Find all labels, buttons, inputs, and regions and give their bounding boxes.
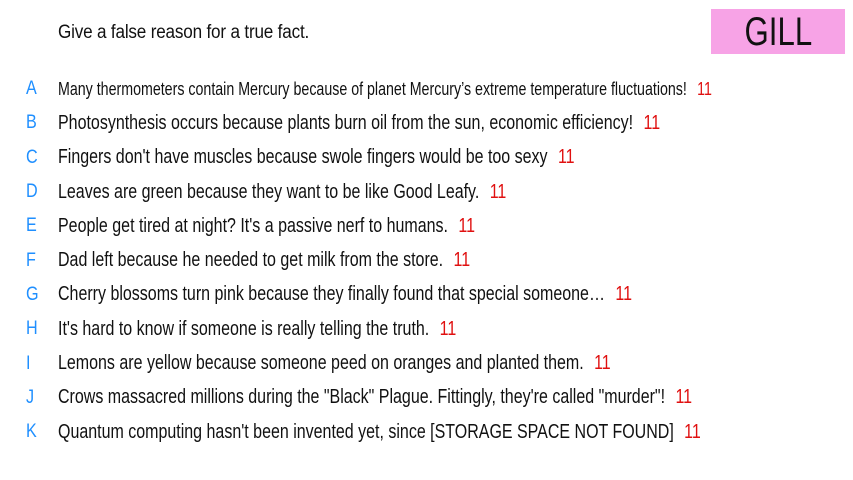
answer-letter: A [26, 78, 37, 100]
answer-score: 11 [557, 146, 575, 169]
answer-text: Cherry blossoms turn pink because they f… [58, 283, 605, 306]
answer-line: Cherry blossoms turn pink because they f… [58, 283, 632, 306]
answer-text: Lemons are yellow because someone peed o… [58, 352, 584, 375]
answer-letter: K [26, 421, 37, 443]
answer-row: I Lemons are yellow because someone peed… [0, 346, 853, 380]
prompt-text: Give a false reason for a true fact. [58, 22, 310, 43]
answer-score: 11 [615, 283, 632, 306]
answer-letter: D [26, 181, 38, 203]
answer-letter: G [26, 283, 39, 305]
answer-line: Many thermometers contain Mercury becaus… [58, 79, 712, 100]
answer-line: Leaves are green because they want to be… [58, 181, 506, 204]
answer-line: Fingers don't have muscles because swole… [58, 146, 575, 169]
player-name-badge: GILL [711, 9, 845, 54]
answer-row: G Cherry blossoms turn pink because they… [0, 278, 853, 312]
answer-text: Photosynthesis occurs because plants bur… [58, 111, 634, 134]
answer-row: K Quantum computing hasn't been invented… [0, 415, 853, 449]
answer-letter: H [26, 318, 38, 340]
answer-row: H It's hard to know if someone is really… [0, 312, 853, 346]
answer-score: 11 [643, 111, 661, 134]
player-name: GILL [744, 9, 812, 54]
answer-row: B Photosynthesis occurs because plants b… [0, 106, 853, 140]
answer-text: Fingers don't have muscles because swole… [58, 146, 548, 169]
answer-text: Crows massacred millions during the "Bla… [58, 386, 666, 409]
answer-row: A Many thermometers contain Mercury beca… [0, 72, 853, 106]
answer-text: It's hard to know if someone is really t… [58, 317, 430, 340]
answer-score: 11 [458, 214, 475, 237]
answer-line: People get tired at night? It's a passiv… [58, 215, 475, 238]
answer-line: Photosynthesis occurs because plants bur… [58, 112, 660, 135]
answer-letter: C [26, 146, 38, 168]
answer-row: D Leaves are green because they want to … [0, 175, 853, 209]
answer-line: Lemons are yellow because someone peed o… [58, 352, 611, 375]
answer-score: 11 [684, 420, 701, 443]
answer-letter: F [26, 249, 36, 271]
answer-score: 11 [697, 78, 712, 99]
answer-text: People get tired at night? It's a passiv… [58, 214, 448, 237]
answer-text: Leaves are green because they want to be… [58, 180, 480, 203]
answer-text: Quantum computing hasn't been invented y… [58, 420, 674, 443]
answer-row: C Fingers don't have muscles because swo… [0, 141, 853, 175]
answer-list: A Many thermometers contain Mercury beca… [0, 72, 853, 449]
answer-score: 11 [489, 180, 507, 203]
answer-score: 11 [453, 249, 471, 272]
answer-line: Crows massacred millions during the "Bla… [58, 386, 692, 409]
answer-row: E People get tired at night? It's a pass… [0, 209, 853, 243]
answer-text: Dad left because he needed to get milk f… [58, 249, 444, 272]
answer-text: Many thermometers contain Mercury becaus… [58, 78, 687, 99]
answer-line: Dad left because he needed to get milk f… [58, 249, 470, 272]
answer-score: 11 [594, 352, 611, 375]
answer-line: Quantum computing hasn't been invented y… [58, 421, 701, 444]
answer-score: 11 [439, 317, 457, 340]
answer-row: F Dad left because he needed to get milk… [0, 243, 853, 277]
answer-letter: J [26, 386, 35, 408]
answer-row: J Crows massacred millions during the "B… [0, 381, 853, 415]
answer-letter: E [26, 215, 37, 237]
answer-score: 11 [675, 386, 693, 409]
answer-line: It's hard to know if someone is really t… [58, 318, 456, 341]
answer-letter: I [26, 352, 31, 374]
answer-letter: B [26, 112, 37, 134]
